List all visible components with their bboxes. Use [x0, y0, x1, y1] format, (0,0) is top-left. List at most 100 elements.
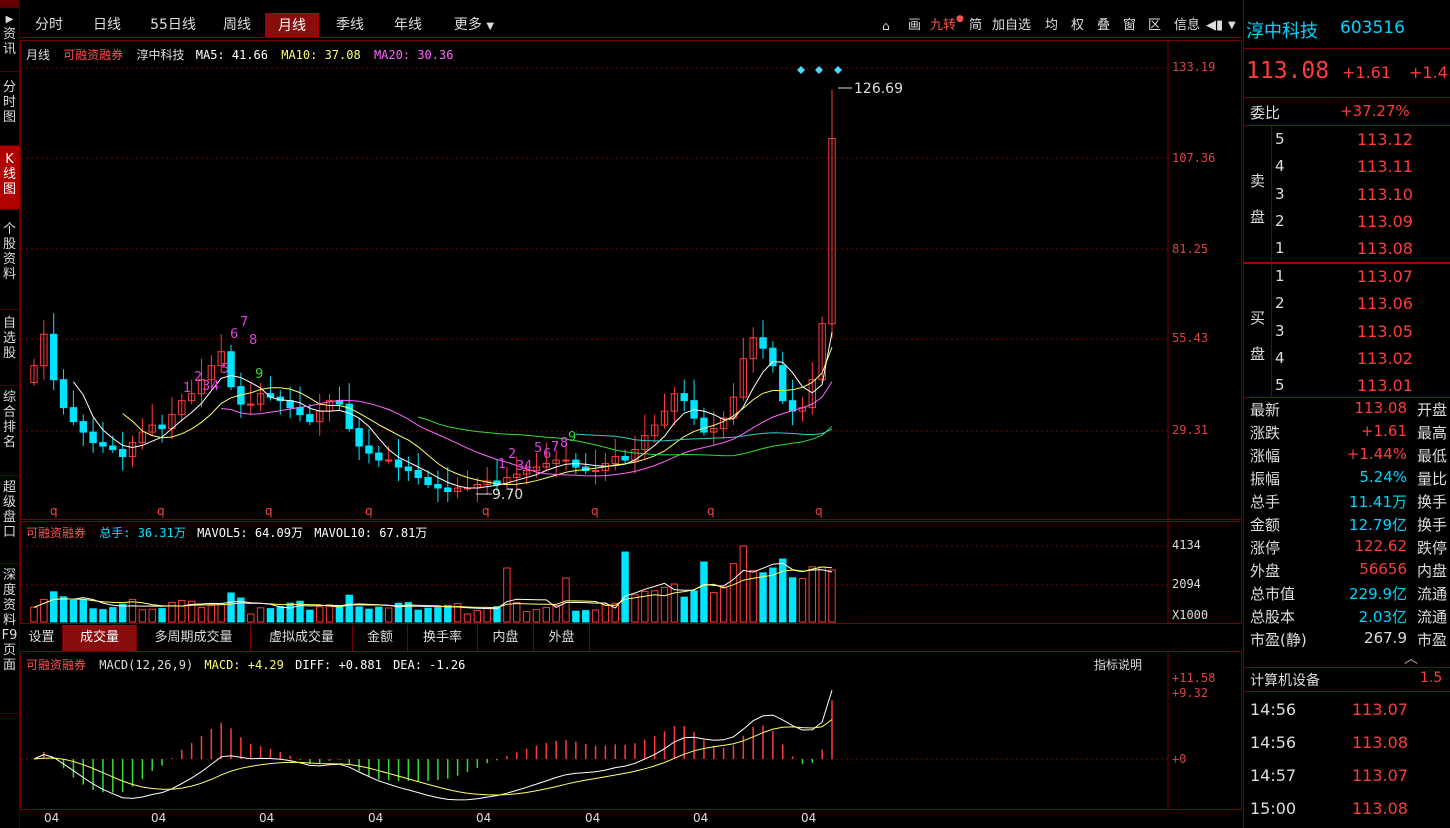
- left-tab-f9[interactable]: 深度资料F9页面: [0, 564, 19, 714]
- industry-name[interactable]: 计算机设备: [1250, 670, 1320, 690]
- period-weekly[interactable]: 周线: [214, 13, 260, 37]
- webi-value: +37.27%: [1340, 102, 1410, 120]
- mavol10-value: MAVOL10: 67.81万: [314, 526, 428, 540]
- period-quarterly[interactable]: 季线: [327, 13, 373, 37]
- tick-time: 14:56: [1250, 733, 1297, 752]
- webi-label: 委比: [1250, 104, 1281, 122]
- period-toolbar: 分时 日线 55日线 周线 月线 季线 年线 更多 ▼ ⌂ 画 九转 ● 简 加…: [20, 8, 1242, 38]
- tool-info[interactable]: 信息: [1174, 17, 1200, 35]
- left-tab-timeshare[interactable]: 分时图: [0, 72, 19, 146]
- buy-level-index: 1: [1275, 267, 1285, 285]
- stat-value: 11.41万: [1349, 493, 1407, 511]
- left-tab-ranking[interactable]: 综合排名: [0, 386, 19, 476]
- buy-level-row[interactable]: 2 113.06: [1244, 294, 1450, 317]
- left-tab-kline[interactable]: K线图: [0, 146, 19, 210]
- macd-panel[interactable]: [20, 651, 1242, 810]
- macd-y-label-2: +9.32: [1172, 686, 1209, 700]
- stock-terminal: ▶ 资讯 分时图 K线图 个股资料 自选股 综合排名 超级盘口 深度资料F9页面 …: [0, 0, 1450, 828]
- stat-label-2: 流通: [1417, 585, 1448, 603]
- stat-label: 涨幅: [1250, 447, 1281, 465]
- speaker-icon[interactable]: ◀▮: [1206, 17, 1223, 35]
- tick-price: 113.07: [1352, 700, 1408, 719]
- period-55day[interactable]: 55日线: [142, 13, 204, 37]
- tool-simple[interactable]: 简: [969, 17, 982, 35]
- subtab-volume[interactable]: 成交量: [63, 625, 137, 651]
- buy-level-row[interactable]: 5 113.01: [1244, 376, 1450, 399]
- left-tab-news[interactable]: ▶ 资讯: [0, 8, 19, 72]
- buy-level-index: 2: [1275, 294, 1285, 313]
- last-price: 113.08: [1246, 58, 1330, 84]
- tool-add-watch[interactable]: 加自选: [992, 17, 1031, 35]
- macd-title: 可融资融券 MACD(12,26,9) MACD: +4.29 DIFF: +0…: [26, 656, 465, 673]
- tick-price: 113.08: [1352, 799, 1408, 818]
- period-yearly[interactable]: 年线: [385, 13, 431, 37]
- period-more[interactable]: 更多 ▼: [444, 13, 504, 37]
- collapse-handle[interactable]: [0, 0, 19, 8]
- chevron-down-icon[interactable]: ▼: [1228, 17, 1236, 35]
- tool-overlay[interactable]: 叠: [1097, 17, 1110, 35]
- left-tab-watchlist[interactable]: 自选股: [0, 310, 19, 386]
- stat-label: 总手: [1250, 493, 1281, 511]
- indicator-help-link[interactable]: 指标说明: [1094, 656, 1142, 673]
- period-more-label: 更多: [453, 17, 482, 33]
- buy-level-index: 3: [1275, 321, 1285, 340]
- kline-panel[interactable]: [20, 40, 1242, 520]
- macd-source: 可融资融券: [26, 658, 87, 672]
- tool-nine-turn[interactable]: 九转: [930, 17, 956, 35]
- subtab-turnover[interactable]: 换手率: [408, 625, 478, 651]
- stat-label-2: 跌停: [1417, 539, 1448, 557]
- tool-range[interactable]: 区: [1148, 17, 1161, 35]
- sell-level-row[interactable]: 2 113.09: [1244, 212, 1450, 235]
- left-tab-profile[interactable]: 个股资料: [0, 210, 19, 310]
- period-timeshare[interactable]: 分时: [26, 13, 72, 37]
- tool-draw[interactable]: 画: [908, 17, 921, 35]
- left-tab-label: 资讯: [2, 27, 16, 57]
- sell-level-row[interactable]: 3 113.10: [1244, 185, 1450, 208]
- stat-label-2: 换手: [1417, 493, 1448, 511]
- vol-y-label-2: 2094: [1172, 577, 1201, 591]
- period-daily[interactable]: 日线: [84, 13, 130, 37]
- industry-value: 1.5: [1420, 670, 1443, 686]
- stock-name: 淳中科技: [1246, 21, 1318, 42]
- collapse-up-icon[interactable]: ︿: [1404, 648, 1418, 668]
- stat-label: 市盈(静): [1250, 631, 1307, 649]
- subtab-settings[interactable]: 设置: [21, 625, 63, 651]
- subtab-amount[interactable]: 金额: [353, 625, 408, 651]
- tick-row: 14:56 113.08: [1244, 733, 1450, 763]
- tick-time: 14:56: [1250, 700, 1297, 719]
- macd-y-label-1: +11.58: [1172, 671, 1216, 685]
- sell-level-index: 3: [1275, 184, 1285, 203]
- stat-label: 涨停: [1250, 539, 1281, 557]
- tool-average[interactable]: 均: [1045, 17, 1058, 35]
- stat-value: 12.79亿: [1349, 516, 1407, 534]
- tick-row: 14:57 113.07: [1244, 766, 1450, 796]
- tool-rights[interactable]: 权: [1071, 17, 1084, 35]
- subtab-multi-volume[interactable]: 多周期成交量: [137, 625, 251, 651]
- macd-y-label-3: +0: [1172, 752, 1187, 766]
- sell-level-row[interactable]: 5 113.12: [1244, 130, 1450, 153]
- stat-row: 最新 113.08 开盘: [1244, 399, 1450, 422]
- subtab-virtual-volume[interactable]: 虚拟成交量: [251, 625, 353, 651]
- period-monthly[interactable]: 月线: [265, 13, 319, 37]
- ma10-value: MA10: 37.08: [281, 48, 361, 62]
- buy-level-row[interactable]: 1 113.07: [1244, 267, 1450, 290]
- macd-params: MACD(12,26,9): [99, 658, 194, 672]
- buy-level-row[interactable]: 3 113.05: [1244, 322, 1450, 345]
- left-tab-superboard[interactable]: 超级盘口: [0, 476, 19, 564]
- buy-level-row[interactable]: 4 113.02: [1244, 349, 1450, 372]
- stat-label-2: 量比: [1417, 470, 1448, 488]
- sell-level-row[interactable]: 4 113.11: [1244, 157, 1450, 180]
- y-label-4: 55.43: [1172, 331, 1209, 345]
- sell-level-price: 113.12: [1357, 130, 1413, 149]
- stat-value: 56656: [1359, 560, 1407, 578]
- subtab-inner[interactable]: 内盘: [478, 625, 534, 651]
- buy-level-price: 113.06: [1357, 294, 1413, 314]
- tool-window[interactable]: 窗: [1123, 17, 1136, 35]
- sell-level-row[interactable]: 1 113.08: [1244, 239, 1450, 262]
- draw-icon[interactable]: ⌂: [882, 17, 890, 35]
- tick-time: 15:00: [1250, 799, 1297, 818]
- subtab-outer[interactable]: 外盘: [534, 625, 590, 651]
- stat-row: 外盘 56656 内盘: [1244, 560, 1450, 583]
- buy-level-price: 113.05: [1357, 321, 1413, 341]
- y-label-2: 107.36: [1172, 151, 1216, 165]
